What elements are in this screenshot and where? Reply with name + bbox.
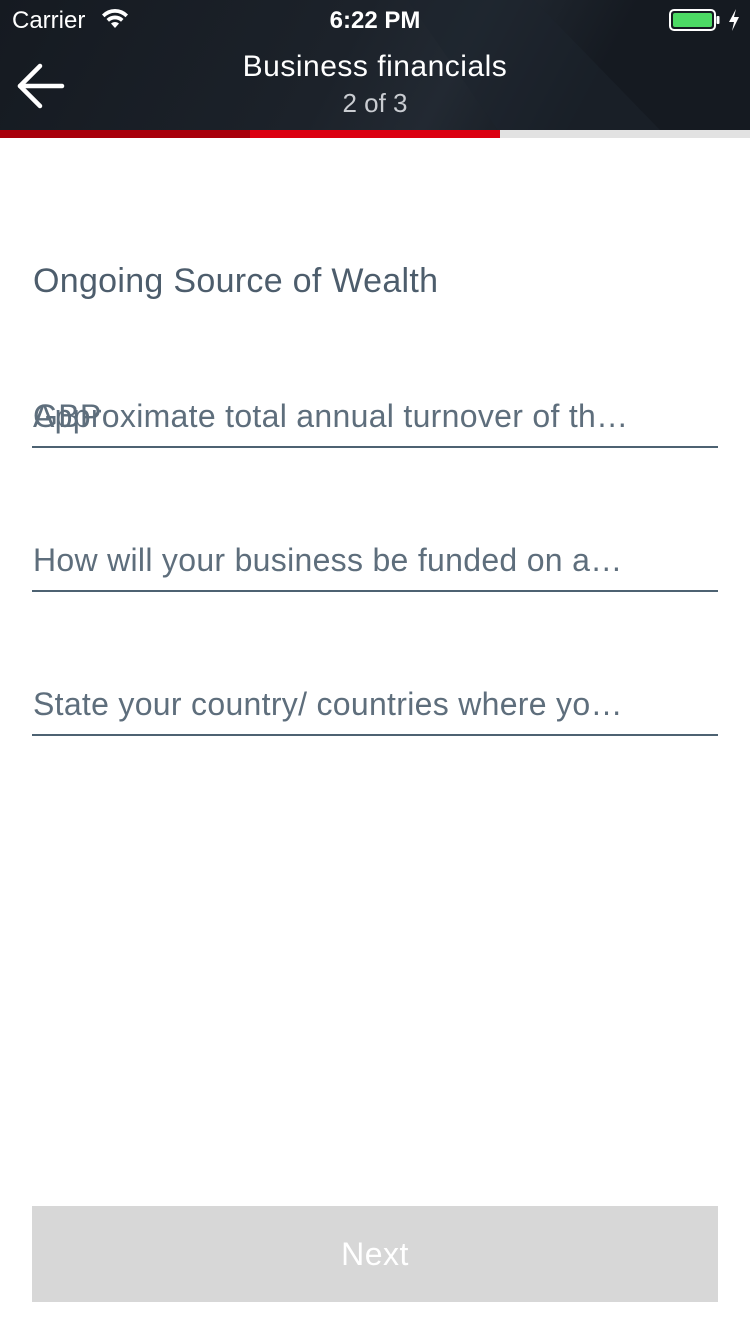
business-funding-placeholder: How will your business be funded on a… xyxy=(33,542,623,578)
progress-step-1 xyxy=(0,130,250,138)
business-funding-field[interactable]: How will your business be funded on a… xyxy=(32,530,718,592)
countries-placeholder: State your country/ countries where yo… xyxy=(33,686,623,722)
status-time: 6:22 PM xyxy=(329,7,421,34)
bolt-icon xyxy=(729,9,739,31)
annual-turnover-field[interactable]: GBP Approximate total annual turnover of… xyxy=(32,386,718,448)
page-title: Business financials xyxy=(242,50,508,83)
step-indicator: 2 of 3 xyxy=(342,88,408,118)
next-button[interactable]: Next xyxy=(32,1206,718,1302)
status-bar: Carrier 6:22 PM xyxy=(0,0,750,40)
progress-bar xyxy=(0,130,750,138)
section-title: Ongoing Source of Wealth xyxy=(33,262,439,300)
header: Carrier 6:22 PM Business financials 2 of… xyxy=(0,0,750,130)
battery-icon xyxy=(669,9,720,31)
annual-turnover-placeholder: Approximate total annual turnover of th… xyxy=(33,398,629,434)
countries-field[interactable]: State your country/ countries where yo… xyxy=(32,674,718,736)
progress-step-2 xyxy=(250,130,500,138)
